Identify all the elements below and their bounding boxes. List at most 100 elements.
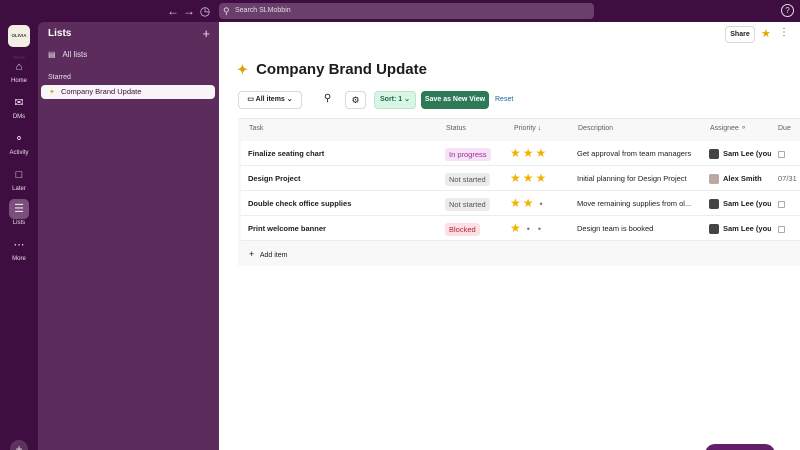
search-button[interactable]: ⚲ <box>317 91 338 109</box>
description-cell[interactable]: Get approval from team managers <box>577 141 701 166</box>
assignee-cell[interactable]: Sam Lee (you <box>709 216 771 241</box>
table-row[interactable]: Double check office supplies Not started… <box>241 191 800 216</box>
due-cell[interactable] <box>778 191 800 216</box>
main-panel: Share ★ ⋮ ✦ Company Brand Update ▭ All i… <box>219 22 800 450</box>
column-status[interactable]: Status <box>446 119 466 139</box>
description-cell[interactable]: Initial planning for Design Project <box>577 166 701 191</box>
lists-icon: ☰ <box>9 199 29 219</box>
star-icon: ★ <box>510 171 521 185</box>
table-row[interactable]: Finalize seating chart In progress ★ ★ ★ G… <box>241 141 800 166</box>
sidebar-item-company-brand-update[interactable]: ✦ Company Brand Update <box>41 85 215 99</box>
assignee-name: Sam Lee (you <box>723 224 771 233</box>
all-items-dropdown[interactable]: ▭ All items ⌄ <box>238 91 302 109</box>
column-assignee[interactable]: Assignee ⚬ <box>710 119 747 139</box>
more-icon: ⋯ <box>13 239 25 251</box>
column-description[interactable]: Description <box>578 119 613 139</box>
calendar-icon <box>778 200 785 208</box>
rail-item-home[interactable]: ⌂ Home <box>0 57 38 84</box>
top-bar: ← → ◷ ⚲ Search SLMobbin ? <box>0 0 800 22</box>
workspace-rail: OLIVIA GRAY ⌂ Home ✉ DMs ⚬ Activity □ La… <box>0 22 38 450</box>
page-title: ✦ Company Brand Update <box>237 61 427 78</box>
bookmark-icon: □ <box>15 169 23 181</box>
star-icon: ★ <box>535 171 547 185</box>
sidebar-item-label: All lists <box>62 50 88 59</box>
table-row[interactable]: Design Project Not started ★ ★ ★ Initial p… <box>241 166 800 191</box>
priority-cell[interactable]: ★ • • <box>510 216 570 241</box>
column-priority[interactable]: Priority ↓ <box>514 119 541 139</box>
save-view-button[interactable]: Save as New View <box>421 91 489 109</box>
sidebar-item-all-lists[interactable]: ▤ All lists <box>48 50 87 59</box>
column-task[interactable]: Task <box>249 119 263 139</box>
clock-icon[interactable]: ◷ <box>197 3 213 19</box>
add-item-button[interactable]: + Add item <box>249 249 287 259</box>
rail-item-dms[interactable]: ✉ DMs <box>0 93 38 120</box>
empty-star-dot: • <box>539 199 543 209</box>
star-icon: ★ <box>535 146 547 160</box>
reset-link[interactable]: Reset <box>495 91 513 109</box>
star-icon[interactable]: ★ <box>761 27 771 40</box>
sidebar-item-label: Company Brand Update <box>60 87 142 96</box>
all-items-label: All items <box>255 96 285 103</box>
due-cell[interactable] <box>778 141 800 166</box>
table-row[interactable]: Print welcome banner Blocked ★ • • Design … <box>241 216 800 241</box>
task-cell[interactable]: Double check office supplies <box>248 191 438 216</box>
priority-cell[interactable]: ★ ★ ★ <box>510 166 570 191</box>
filter-icon[interactable]: ⚙ <box>345 91 366 109</box>
dms-icon: ✉ <box>14 97 24 109</box>
assignee-cell[interactable]: Sam Lee (you <box>709 191 771 216</box>
floating-action-button[interactable] <box>705 444 775 450</box>
status-cell[interactable]: Not started <box>445 191 490 216</box>
forward-icon[interactable]: → <box>181 3 197 19</box>
due-cell[interactable] <box>778 216 800 241</box>
avatar <box>709 199 719 210</box>
chevron-down-icon: ⌄ <box>286 96 293 103</box>
rail-label: More <box>12 256 26 262</box>
task-cell[interactable]: Design Project <box>248 166 438 191</box>
search-placeholder: Search SLMobbin <box>235 7 291 14</box>
rail-item-activity[interactable]: ⚬ Activity <box>0 129 38 156</box>
status-badge: In progress <box>445 147 491 161</box>
assignee-cell[interactable]: Sam Lee (you <box>709 141 771 166</box>
sort-label: Sort: 1 <box>380 96 403 103</box>
column-due[interactable]: Due da <box>778 119 800 152</box>
plus-icon: + <box>249 249 255 259</box>
dizzy-icon: ✦ <box>237 62 248 77</box>
description-cell[interactable]: Move remaining supplies from ol... <box>577 191 701 216</box>
assignee-name: Alex Smith <box>723 174 762 183</box>
share-button[interactable]: Share <box>725 26 755 43</box>
status-cell[interactable]: Not started <box>445 166 490 191</box>
column-priority-label: Priority <box>514 125 536 132</box>
priority-cell[interactable]: ★ ★ ★ <box>510 141 570 166</box>
task-cell[interactable]: Finalize seating chart <box>248 141 438 166</box>
task-cell[interactable]: Print welcome banner <box>248 216 438 241</box>
star-icon: ★ <box>510 196 521 210</box>
rail-label: DMs <box>12 114 26 120</box>
avatar <box>709 224 719 235</box>
priority-cell[interactable]: ★ ★ • <box>510 191 570 216</box>
help-icon[interactable]: ? <box>781 4 794 17</box>
rail-item-more[interactable]: ⋯ More <box>0 235 38 262</box>
description-cell[interactable]: Design team is booked <box>577 216 701 241</box>
add-icon[interactable]: + <box>10 440 28 450</box>
rail-item-later[interactable]: □ Later <box>0 165 38 192</box>
status-badge: Blocked <box>445 222 480 236</box>
status-badge: Not started <box>445 172 490 186</box>
lists-sidebar: Lists + ▤ All lists Starred ✦ Company Br… <box>38 22 219 450</box>
back-icon[interactable]: ← <box>165 3 181 19</box>
list-table: Task Status Priority ↓ Description Assig… <box>238 118 800 266</box>
due-cell[interactable]: 07/31 <box>778 166 800 191</box>
status-badge: Not started <box>445 197 490 211</box>
search-input[interactable]: ⚲ Search SLMobbin <box>219 3 594 19</box>
chevron-down-icon: ⌄ <box>404 96 410 103</box>
status-cell[interactable]: Blocked <box>445 216 480 241</box>
sort-button[interactable]: Sort: 1 ⌄ <box>374 91 416 109</box>
status-cell[interactable]: In progress <box>445 141 491 166</box>
rail-item-lists[interactable]: ☰ Lists <box>0 199 38 226</box>
more-vertical-icon[interactable]: ⋮ <box>779 27 789 38</box>
starred-heading: Starred <box>48 74 71 81</box>
workspace-logo[interactable]: OLIVIA GRAY <box>8 25 30 60</box>
star-icon: ★ <box>522 146 534 160</box>
new-list-icon[interactable]: + <box>202 26 210 41</box>
rail-label: Later <box>12 186 26 192</box>
assignee-cell[interactable]: Alex Smith <box>709 166 771 191</box>
